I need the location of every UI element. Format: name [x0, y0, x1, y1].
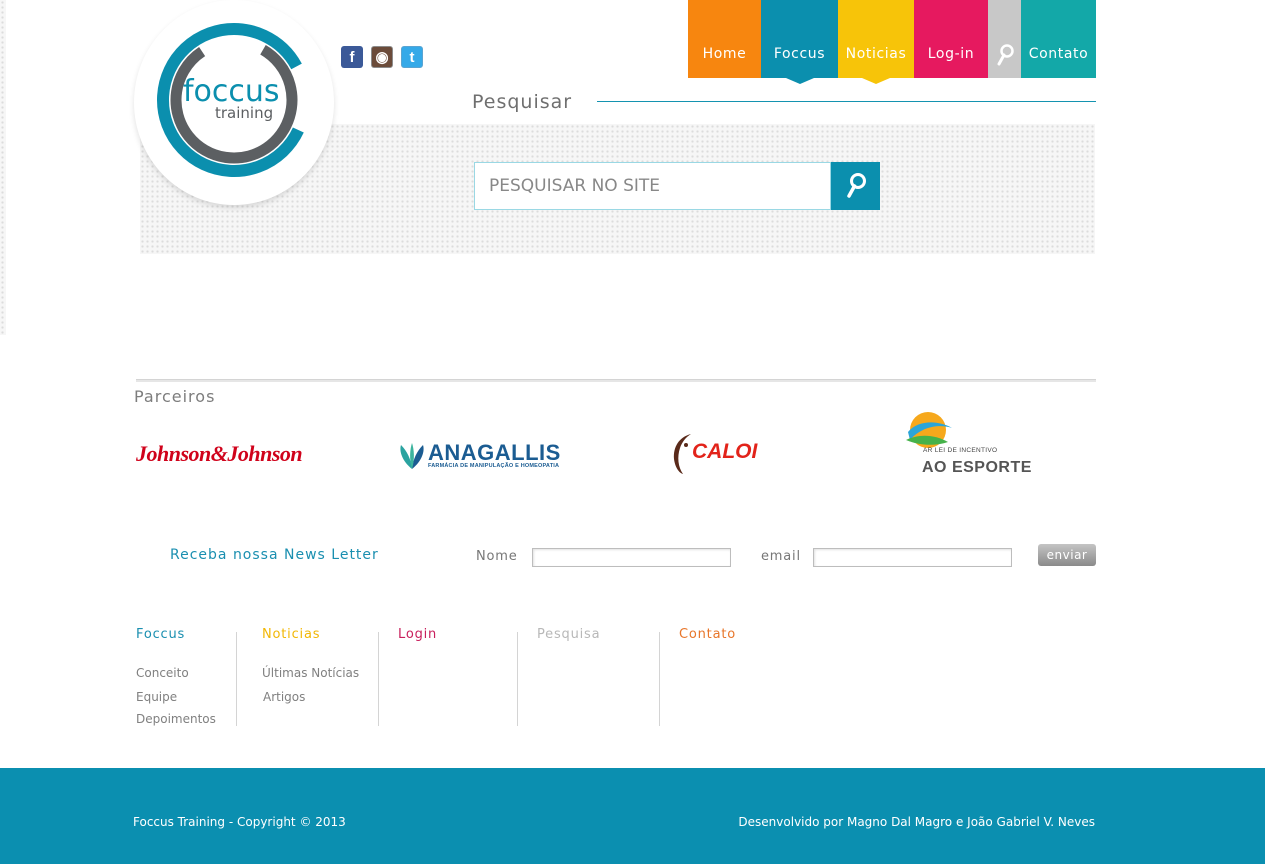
footer-col-noticias-title[interactable]: Noticias — [262, 627, 320, 642]
nav-foccus[interactable]: Foccus — [761, 0, 838, 84]
footer-link-equipe[interactable]: Equipe — [136, 690, 177, 704]
nav-noticias-label: Noticias — [845, 46, 907, 62]
footer-col-pesquisa-title[interactable]: Pesquisa — [537, 627, 600, 642]
footer-col-divider — [517, 632, 518, 726]
footer-col-foccus-title[interactable]: Foccus — [136, 627, 185, 642]
partner-anagallis-subtitle: FARMÁCIA DE MANIPULAÇÃO E HOMEOPATIA — [428, 463, 560, 469]
nav-contato-label: Contato — [1028, 46, 1089, 62]
nav-home[interactable]: Home — [688, 0, 761, 78]
ao-esporte-emblem-icon — [906, 412, 952, 448]
search-input[interactable] — [474, 162, 831, 210]
footer-col-divider — [378, 632, 379, 726]
instagram-icon[interactable]: ◉ — [371, 46, 393, 68]
footer-link-artigos[interactable]: Artigos — [263, 690, 305, 704]
nav-home-label: Home — [702, 46, 747, 62]
logo-emblem[interactable]: foccus training — [155, 17, 313, 183]
anagallis-leaf-icon — [400, 443, 424, 469]
newsletter-submit-button[interactable]: enviar — [1038, 544, 1096, 566]
newsletter-email-field[interactable] — [813, 548, 1012, 567]
footer-col-divider — [236, 632, 237, 726]
newsletter-name-label: Nome — [476, 549, 518, 564]
footer-col-contato-title[interactable]: Contato — [679, 627, 736, 642]
search-title: Pesquisar — [472, 91, 573, 113]
footer-col-login-title[interactable]: Login — [398, 627, 437, 642]
footer-link-conceito[interactable]: Conceito — [136, 666, 189, 680]
partner-ao-esporte-subtitle: AR LEI DE INCENTIVO — [923, 447, 998, 454]
nav-login-label: Log-in — [927, 46, 975, 62]
copyright-text: Foccus Training - Copyright © 2013 — [133, 815, 346, 829]
partners-divider — [136, 379, 1096, 382]
footer-link-ultimas-noticias[interactable]: Últimas Notícias — [262, 666, 359, 680]
logo-text-sub: training — [215, 104, 273, 122]
partner-ao-esporte-logo[interactable]: AO ESPORTE — [922, 459, 1032, 477]
nav-foccus-arrow — [785, 78, 814, 84]
nav-noticias-arrow — [862, 78, 890, 84]
search-title-rule — [597, 101, 1096, 102]
partner-caloi-logo[interactable]: CALOI — [692, 440, 757, 464]
partner-johnson-logo[interactable]: Johnson&Johnson — [136, 441, 303, 467]
footer-link-depoimentos[interactable]: Depoimentos — [136, 712, 216, 726]
search-icon — [997, 44, 1014, 66]
nav-search[interactable] — [988, 0, 1021, 78]
nav-login[interactable]: Log-in — [914, 0, 988, 78]
search-button[interactable] — [831, 162, 880, 210]
footer-col-divider — [659, 632, 660, 726]
newsletter-title: Receba nossa News Letter — [170, 547, 379, 563]
left-pattern-strip — [0, 0, 6, 335]
nav-noticias[interactable]: Noticias — [838, 0, 914, 84]
search-icon — [846, 173, 866, 198]
twitter-icon[interactable]: t — [401, 46, 423, 68]
nav-foccus-label: Foccus — [773, 46, 826, 62]
newsletter-name-field[interactable] — [532, 548, 731, 567]
nav-contato[interactable]: Contato — [1021, 0, 1096, 78]
newsletter-email-label: email — [761, 549, 801, 564]
developer-credit: Desenvolvido por Magno Dal Magro e João … — [738, 815, 1095, 829]
facebook-icon[interactable]: f — [341, 46, 363, 68]
partners-title: Parceiros — [134, 387, 216, 406]
